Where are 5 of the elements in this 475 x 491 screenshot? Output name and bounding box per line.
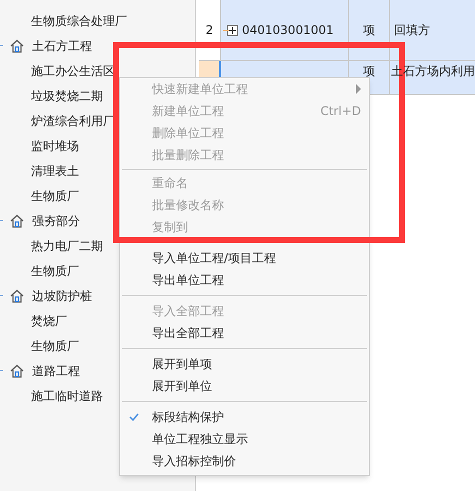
table-cell: 项 — [363, 64, 375, 78]
row-number: 2 — [206, 22, 214, 39]
table-cell: 项 — [363, 23, 375, 37]
table-cell: 回填方 — [394, 23, 430, 37]
table-cell-text: 040103001001 — [242, 22, 334, 39]
